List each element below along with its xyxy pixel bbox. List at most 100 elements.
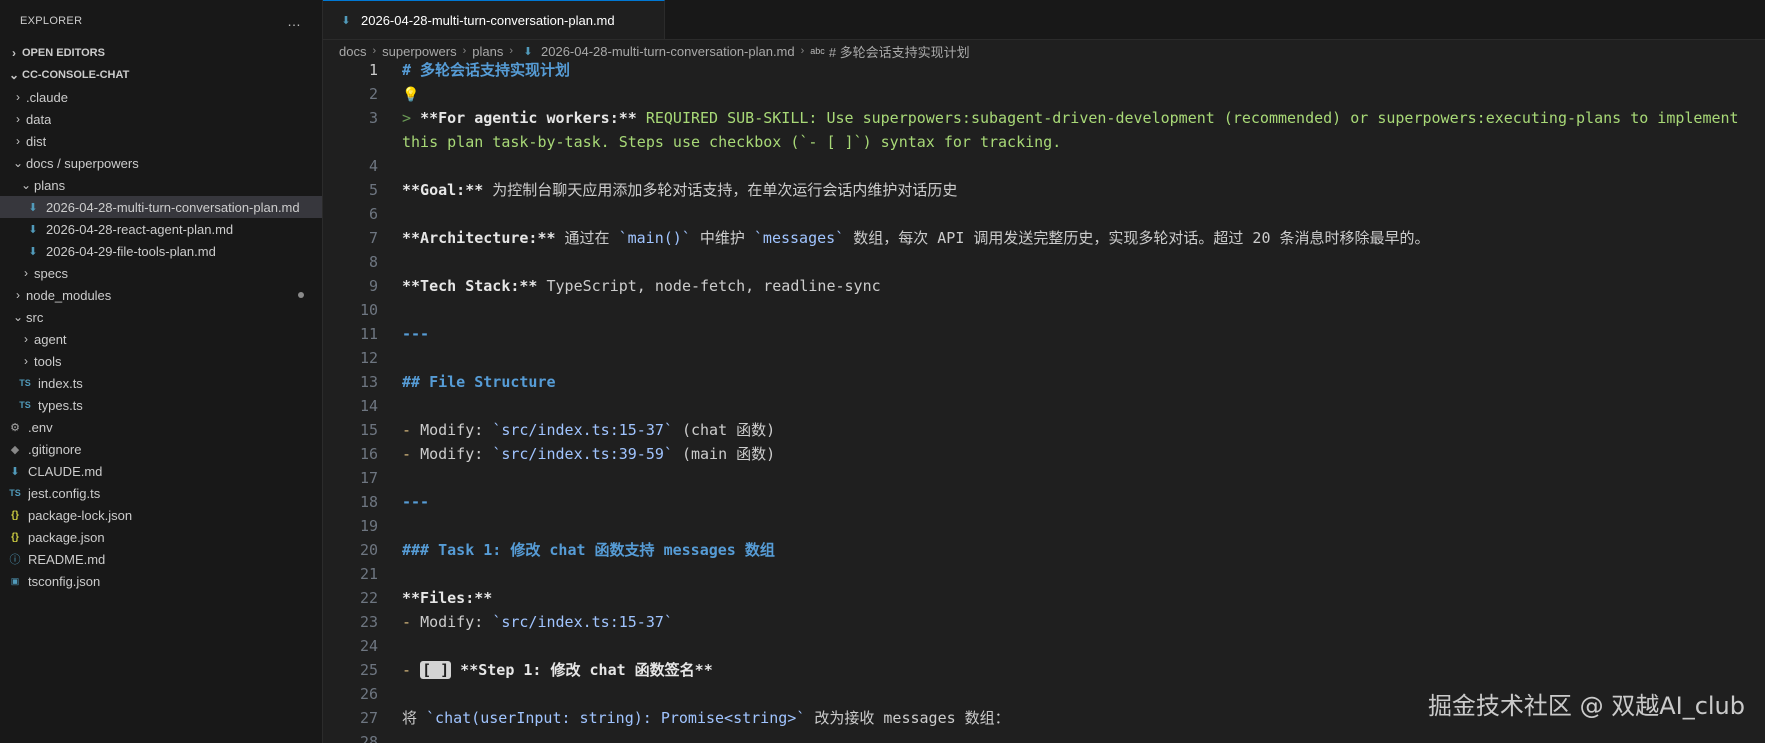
inline-code: `main()` [618,229,691,247]
tree-item-label: tools [34,353,62,369]
typescript-icon: TS [19,378,31,388]
tree-item-readme[interactable]: ⓘ README.md [0,548,322,570]
code-line: 23 - Modify: `src/index.ts:15-37` [323,610,1765,634]
tree-item-specs[interactable]: › specs [0,262,322,284]
line-number: 23 [359,613,378,631]
tree-item-gitignore[interactable]: ◆ .gitignore [0,438,322,460]
tree-item-src[interactable]: ⌄ src [0,306,322,328]
chevron-right-icon: › [12,46,16,60]
tab-label: 2026-04-28-multi-turn-conversation-plan.… [361,12,615,28]
tree-item-label: 2026-04-28-multi-turn-conversation-plan.… [46,199,300,215]
tree-item-label: jest.config.ts [28,485,101,501]
line-number: 28 [359,733,378,743]
tree-item-index-ts[interactable]: TS index.ts [0,372,322,394]
open-editors-label: OPEN EDITORS [22,47,105,59]
tree-item-claude[interactable]: › .claude [0,86,322,108]
tree-item-node-modules[interactable]: › node_modules [0,284,322,306]
breadcrumb-plans[interactable]: plans [472,44,503,59]
info-icon: ⓘ [9,554,21,566]
tree-item-jest-config[interactable]: TS jest.config.ts [0,482,322,504]
line-number: 7 [368,229,378,247]
breadcrumb-docs[interactable]: docs [339,44,366,59]
tree-item-tsconfig[interactable]: ▣ tsconfig.json [0,570,322,592]
line-number: 6 [368,205,378,223]
code-editor[interactable]: 1 # 多轮会话支持实现计划 2 💡 3 > **For agentic wor… [323,58,1765,743]
explorer-sidebar: EXPLORER … › OPEN EDITORS ⌄ CC-CONSOLE-C… [0,0,323,743]
tree-item-label: .claude [26,89,68,105]
plain-text: 为控制台聊天应用添加多轮对话支持，在单次运行会话内维护对话历史 [483,181,958,199]
chevron-down-icon: ⌄ [12,310,24,324]
tree-item-label: src [26,309,44,325]
inline-code: `src/index.ts:39-59` [492,445,673,463]
tree-item-file-tools-plan[interactable]: ⬇ 2026-04-29-file-tools-plan.md [0,240,322,262]
project-label: CC-CONSOLE-CHAT [22,69,130,81]
line-number: 1 [368,61,378,79]
gear-icon: ⚙ [10,421,20,434]
plain-text: 将 [402,709,427,727]
tree-item-multi-turn-plan[interactable]: ⬇ 2026-04-28-multi-turn-conversation-pla… [0,196,322,218]
line-number: 8 [368,253,378,271]
code-line: 2 💡 [323,82,1765,106]
tree-item-react-agent-plan[interactable]: ⬇ 2026-04-28-react-agent-plan.md [0,218,322,240]
tree-item-dist[interactable]: › dist [0,130,322,152]
line-number: 22 [359,589,378,607]
project-section[interactable]: ⌄ CC-CONSOLE-CHAT [0,64,322,86]
tree-item-package-lock[interactable]: {} package-lock.json [0,504,322,526]
inline-code: `messages` [753,229,845,247]
code-line: 10 [323,298,1765,322]
code-line: 28 [323,730,1765,743]
code-line: 17 [323,466,1765,490]
plain-text: (chat 函数) [672,421,776,439]
tree-item-docs-superpowers[interactable]: ⌄ docs / superpowers [0,152,322,174]
tree-item-types-ts[interactable]: TS types.ts [0,394,322,416]
line-number: 11 [359,325,378,343]
chevron-right-icon: › [462,45,467,57]
tree-item-package-json[interactable]: {} package.json [0,526,322,548]
chevron-right-icon: › [372,45,377,57]
more-actions-icon[interactable]: … [287,13,302,29]
line-number: 27 [359,709,378,727]
plain-text: 通过在 [555,229,619,247]
chevron-right-icon: › [16,112,20,126]
lightbulb-icon[interactable]: 💡 [402,87,419,103]
tree-item-label: agent [34,331,67,347]
tree-item-label: CLAUDE.md [28,463,103,479]
chevron-right-icon: › [800,45,805,57]
line-number: 5 [368,181,378,199]
chevron-right-icon: › [16,134,20,148]
chevron-right-icon: › [16,288,20,302]
breadcrumb-superpowers[interactable]: superpowers [382,44,456,59]
chevron-right-icon: › [24,332,28,346]
tree-item-label: README.md [28,551,106,567]
tree-item-tools[interactable]: › tools [0,350,322,372]
tree-item-label: node_modules [26,287,112,303]
tree-item-data[interactable]: › data [0,108,322,130]
modified-dot-icon [298,292,304,298]
code-line: 19 [323,514,1765,538]
chevron-right-icon: › [16,90,20,104]
code-line: 22 **Files:** [323,586,1765,610]
tree-item-claude-md[interactable]: ⬇ CLAUDE.md [0,460,322,482]
plain-text: Modify: [420,445,493,463]
tree-item-env[interactable]: ⚙ .env [0,416,322,438]
code-line: 7 **Architecture:** 通过在 `main()` 中维护 `me… [323,226,1765,250]
plain-text: 改为接收 messages 数组： [805,709,1010,727]
markdown-icon: ⬇ [28,223,38,236]
line-number: 25 [359,661,378,679]
code-line: 12 [323,346,1765,370]
list-bullet: - [402,661,421,679]
chevron-down-icon: ⌄ [20,178,32,192]
tree-item-agent[interactable]: › agent [0,328,322,350]
chevron-right-icon: › [509,45,513,57]
tree-item-label: data [26,111,52,127]
breadcrumb-file[interactable]: 2026-04-28-multi-turn-conversation-plan.… [541,44,795,59]
line-number: 16 [359,445,378,463]
line-number: 18 [359,493,378,511]
heading-text: ### Task 1: 修改 chat 函数支持 messages 数组 [402,541,775,559]
tab-multi-turn-plan[interactable]: ⬇ 2026-04-28-multi-turn-conversation-pla… [323,0,665,39]
line-number: 17 [359,469,378,487]
chevron-right-icon: › [24,266,28,280]
open-editors-section[interactable]: › OPEN EDITORS [0,42,322,64]
tree-item-plans[interactable]: ⌄ plans [0,174,322,196]
markdown-icon: ⬇ [28,245,38,258]
